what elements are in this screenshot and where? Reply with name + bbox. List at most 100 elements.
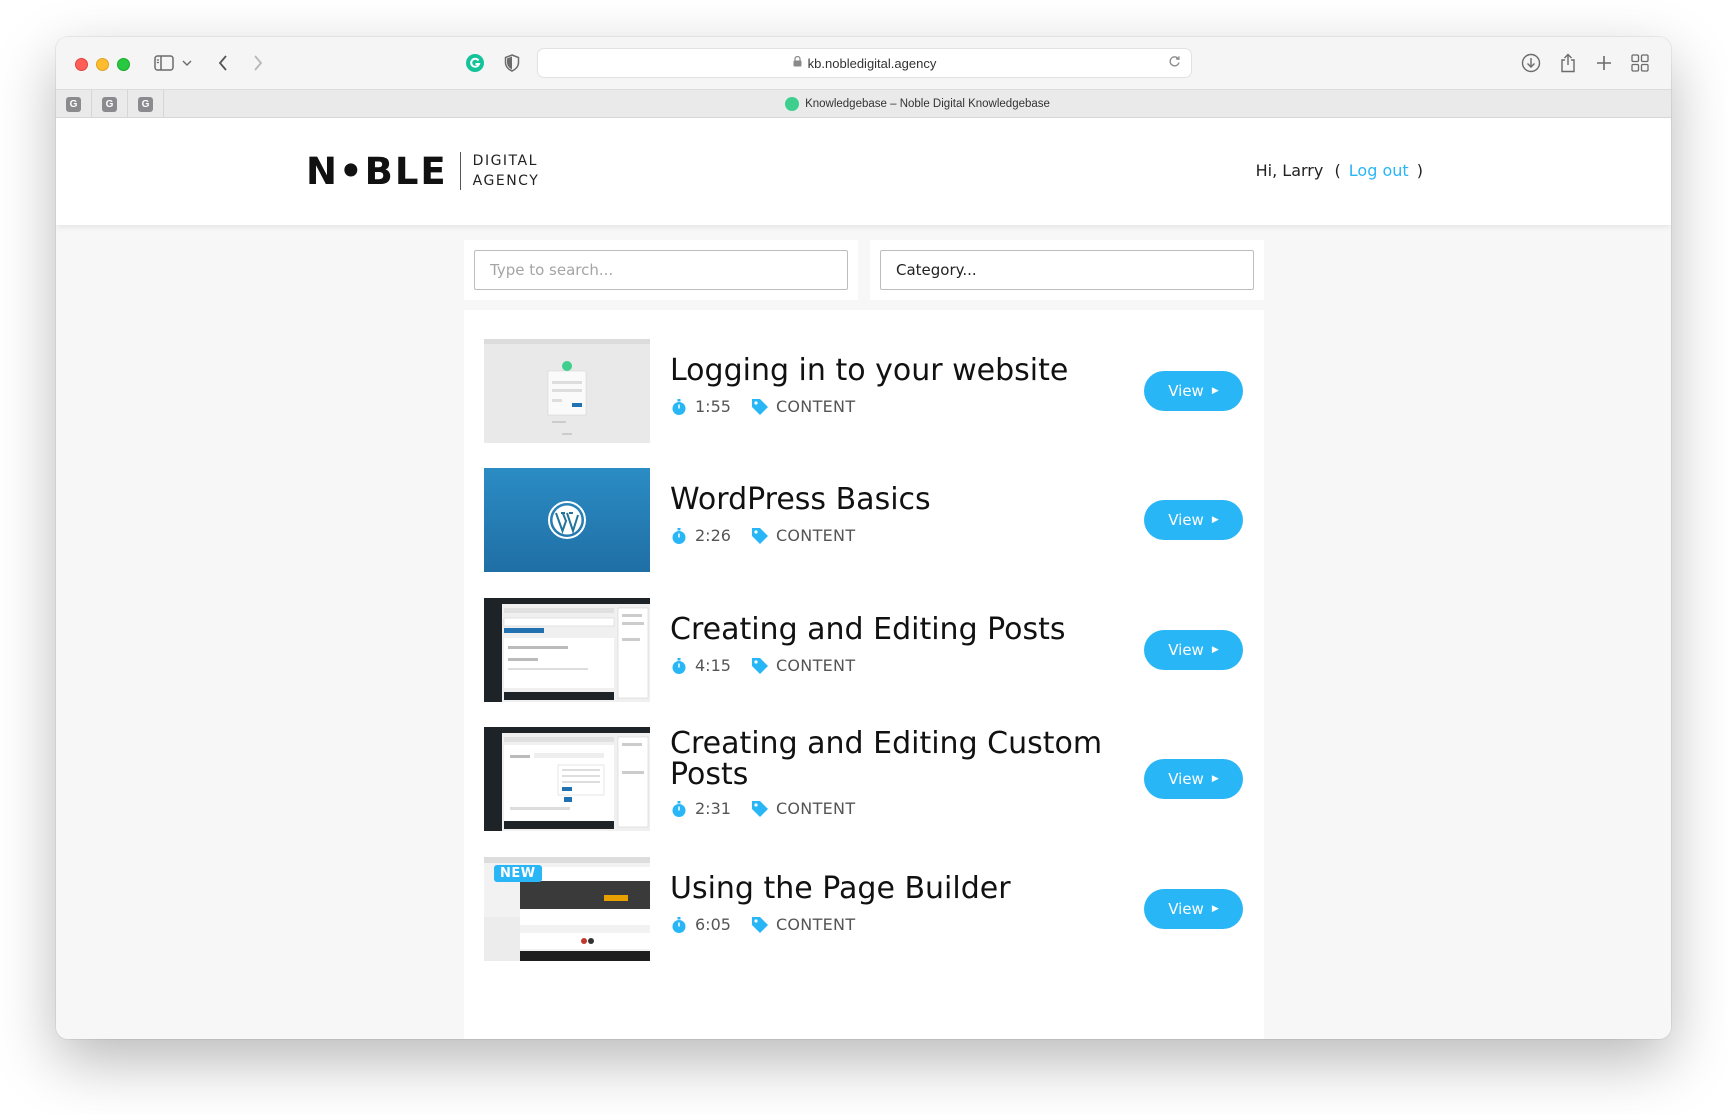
search-input[interactable]: Type to search... <box>474 250 848 290</box>
view-button-label: View <box>1168 900 1204 918</box>
logo-subtitle: DIGITAL AGENCY <box>473 151 540 191</box>
pinned-tabs: G G G <box>56 90 164 118</box>
site-header: N•BLE DIGITAL AGENCY Hi, Larry ( Log out… <box>56 118 1671 225</box>
tab-bar: G G G Knowledgebase – Noble Digital Know… <box>56 89 1671 118</box>
paren-open: ( <box>1334 161 1341 180</box>
zoom-window-button[interactable] <box>117 58 130 71</box>
video-thumbnail[interactable] <box>484 727 650 831</box>
view-button[interactable]: View ▶ <box>1144 759 1243 799</box>
video-meta: 2:31 CONTENT <box>670 799 855 818</box>
video-duration: 2:31 <box>695 799 731 818</box>
video-thumbnail[interactable] <box>484 339 650 443</box>
logout-link[interactable]: Log out <box>1349 161 1409 180</box>
video-meta: 6:05 CONTENT <box>670 915 855 934</box>
video-title[interactable]: Using the Page Builder <box>670 873 1110 904</box>
chevron-down-icon[interactable] <box>180 51 194 75</box>
view-button[interactable]: View ▶ <box>1144 371 1243 411</box>
search-panel: Type to search... <box>464 240 858 300</box>
list-item: Creating and Editing Posts 4:15 CONTENT … <box>484 598 1244 702</box>
tag-icon <box>751 916 769 934</box>
close-window-button[interactable] <box>75 58 88 71</box>
logo-wordmark: N•BLE <box>306 149 448 193</box>
view-button[interactable]: View ▶ <box>1144 889 1243 929</box>
stopwatch-icon <box>670 916 688 934</box>
video-thumbnail[interactable] <box>484 468 650 572</box>
sidebar-toggle-icon[interactable] <box>152 51 176 75</box>
video-title[interactable]: Creating and Editing Posts <box>670 614 1110 645</box>
tag-icon <box>751 800 769 818</box>
downloads-icon[interactable] <box>1519 51 1543 75</box>
category-select[interactable]: Category... <box>880 250 1254 290</box>
tag-icon <box>751 398 769 416</box>
share-icon[interactable] <box>1556 51 1580 75</box>
video-duration: 4:15 <box>695 656 731 675</box>
view-button-label: View <box>1168 641 1204 659</box>
video-duration: 2:26 <box>695 526 731 545</box>
reload-icon[interactable] <box>1168 55 1181 71</box>
video-category: CONTENT <box>775 915 856 934</box>
video-thumbnail[interactable]: NEW <box>484 857 650 961</box>
video-list: Logging in to your website 1:55 CONTENT … <box>464 310 1264 1039</box>
video-title[interactable]: Logging in to your website <box>670 355 1110 386</box>
category-panel: Category... <box>870 240 1264 300</box>
logo-sub-line: AGENCY <box>472 173 540 189</box>
logo-divider <box>459 152 461 190</box>
wordpress-logo-icon <box>548 501 586 539</box>
tab-overview-icon[interactable] <box>1628 51 1652 75</box>
pinned-tab[interactable]: G <box>92 90 128 118</box>
traffic-lights <box>75 58 130 71</box>
video-category: CONTENT <box>775 799 856 818</box>
back-button[interactable] <box>211 51 235 75</box>
video-title[interactable]: Creating and Editing Custom Posts <box>670 728 1110 790</box>
active-tab[interactable]: Knowledgebase – Noble Digital Knowledgeb… <box>164 90 1671 118</box>
user-greeting: Hi, Larry ( Log out ) <box>1256 161 1423 180</box>
privacy-shield-icon[interactable] <box>500 51 524 75</box>
video-meta: 4:15 CONTENT <box>670 656 855 675</box>
pinned-tab-favicon: G <box>102 96 117 112</box>
stopwatch-icon <box>670 527 688 545</box>
video-meta: 1:55 CONTENT <box>670 397 855 416</box>
view-button-label: View <box>1168 770 1204 788</box>
list-item: NEW Using the Page Builder 6:05 CONTENT … <box>484 857 1244 961</box>
view-button[interactable]: View ▶ <box>1144 630 1243 670</box>
video-thumbnail[interactable] <box>484 598 650 702</box>
video-category: CONTENT <box>775 397 856 416</box>
list-item: Logging in to your website 1:55 CONTENT … <box>484 339 1244 443</box>
stopwatch-icon <box>670 657 688 675</box>
pinned-tab-favicon: G <box>138 96 153 112</box>
view-button[interactable]: View ▶ <box>1144 500 1243 540</box>
video-duration: 1:55 <box>695 397 731 416</box>
pinned-tab[interactable]: G <box>56 90 92 118</box>
caret-right-icon: ▶ <box>1211 904 1219 914</box>
pinned-tab[interactable]: G <box>128 90 164 118</box>
new-tab-icon[interactable] <box>1592 51 1616 75</box>
paren-close: ) <box>1416 161 1423 180</box>
video-category: CONTENT <box>775 526 856 545</box>
lock-icon <box>793 55 802 70</box>
stopwatch-icon <box>670 800 688 818</box>
list-item: Creating and Editing Custom Posts 2:31 C… <box>484 727 1244 831</box>
greeting-text: Hi, Larry <box>1255 161 1324 180</box>
logo-sub-line: DIGITAL <box>472 153 538 169</box>
browser-toolbar: kb.nobledigital.agency <box>56 37 1671 89</box>
browser-window: kb.nobledigital.agency G G G Knowledgeba… <box>56 37 1671 1039</box>
tab-title: Knowledgebase – Noble Digital Knowledgeb… <box>805 98 1050 110</box>
new-badge: NEW <box>494 865 542 882</box>
pinned-tab-favicon: G <box>66 96 81 112</box>
tag-icon <box>751 527 769 545</box>
video-category: CONTENT <box>775 656 856 675</box>
grammarly-extension-icon[interactable] <box>463 51 487 75</box>
video-title[interactable]: WordPress Basics <box>670 484 1110 515</box>
address-bar[interactable]: kb.nobledigital.agency <box>537 48 1192 78</box>
video-meta: 2:26 CONTENT <box>670 526 855 545</box>
caret-right-icon: ▶ <box>1211 386 1219 396</box>
url-text: kb.nobledigital.agency <box>807 55 937 71</box>
tag-icon <box>751 657 769 675</box>
web-page: N•BLE DIGITAL AGENCY Hi, Larry ( Log out… <box>56 118 1671 1039</box>
forward-button[interactable] <box>246 51 270 75</box>
noble-logo[interactable]: N•BLE DIGITAL AGENCY <box>306 151 539 191</box>
minimize-window-button[interactable] <box>96 58 109 71</box>
caret-right-icon: ▶ <box>1211 774 1219 784</box>
caret-right-icon: ▶ <box>1211 515 1219 525</box>
stopwatch-icon <box>670 398 688 416</box>
